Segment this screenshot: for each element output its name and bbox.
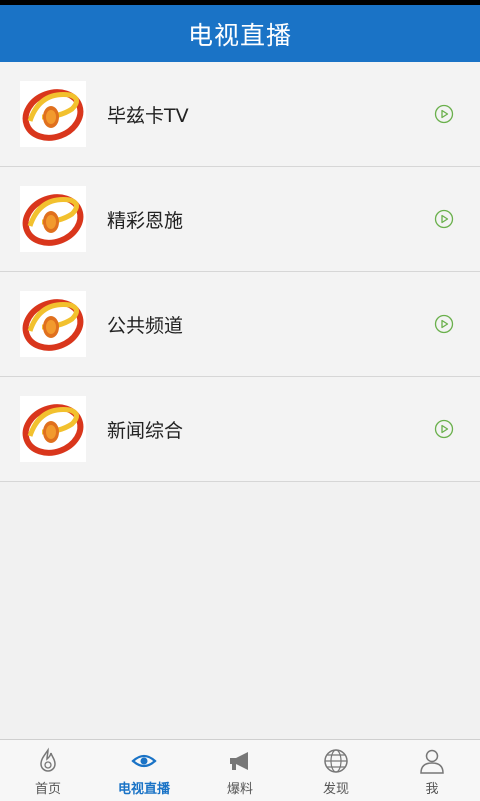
bottom-tab-bar: 首页 电视直播 爆料 发现 我	[0, 739, 480, 801]
channel-list: 毕兹卡TV 精彩恩施 公共频道 新闻综合	[0, 62, 480, 482]
channel-name: 新闻综合	[107, 419, 184, 442]
tab-me[interactable]: 我	[384, 740, 480, 801]
channel-logo-e-icon	[20, 186, 86, 252]
play-circle-icon[interactable]	[434, 419, 454, 439]
tab-label: 电视直播	[117, 782, 170, 797]
play-circle-icon[interactable]	[434, 209, 454, 229]
play-circle-icon[interactable]	[434, 104, 454, 124]
channel-item[interactable]: 公共频道	[0, 272, 480, 377]
channel-item[interactable]: 精彩恩施	[0, 167, 480, 272]
tab-discover[interactable]: 发现	[288, 740, 384, 801]
channel-logo-e-icon	[20, 396, 86, 462]
eye-icon	[131, 754, 157, 768]
channel-item[interactable]: 新闻综合	[0, 377, 480, 482]
tab-label: 首页	[34, 782, 61, 797]
globe-icon	[324, 749, 348, 773]
channel-name: 毕兹卡TV	[107, 104, 189, 127]
page-title: 电视直播	[187, 20, 292, 50]
megaphone-icon	[230, 752, 248, 770]
tab-home[interactable]: 首页	[0, 740, 96, 801]
play-circle-icon[interactable]	[434, 314, 454, 334]
tab-label: 我	[425, 782, 439, 797]
tab-label: 发现	[322, 782, 349, 797]
tab-tv-live[interactable]: 电视直播	[96, 740, 192, 801]
tab-label: 爆料	[226, 782, 253, 797]
channel-name: 公共频道	[107, 314, 184, 337]
channel-item[interactable]: 毕兹卡TV	[0, 62, 480, 167]
channel-name: 精彩恩施	[107, 209, 184, 232]
channel-logo-e-icon	[20, 291, 86, 357]
tab-report[interactable]: 爆料	[192, 740, 288, 801]
user-icon	[420, 749, 444, 774]
home-flame-icon	[40, 747, 56, 772]
app-header: 电视直播	[0, 5, 480, 62]
channel-logo-e-icon	[20, 81, 86, 147]
